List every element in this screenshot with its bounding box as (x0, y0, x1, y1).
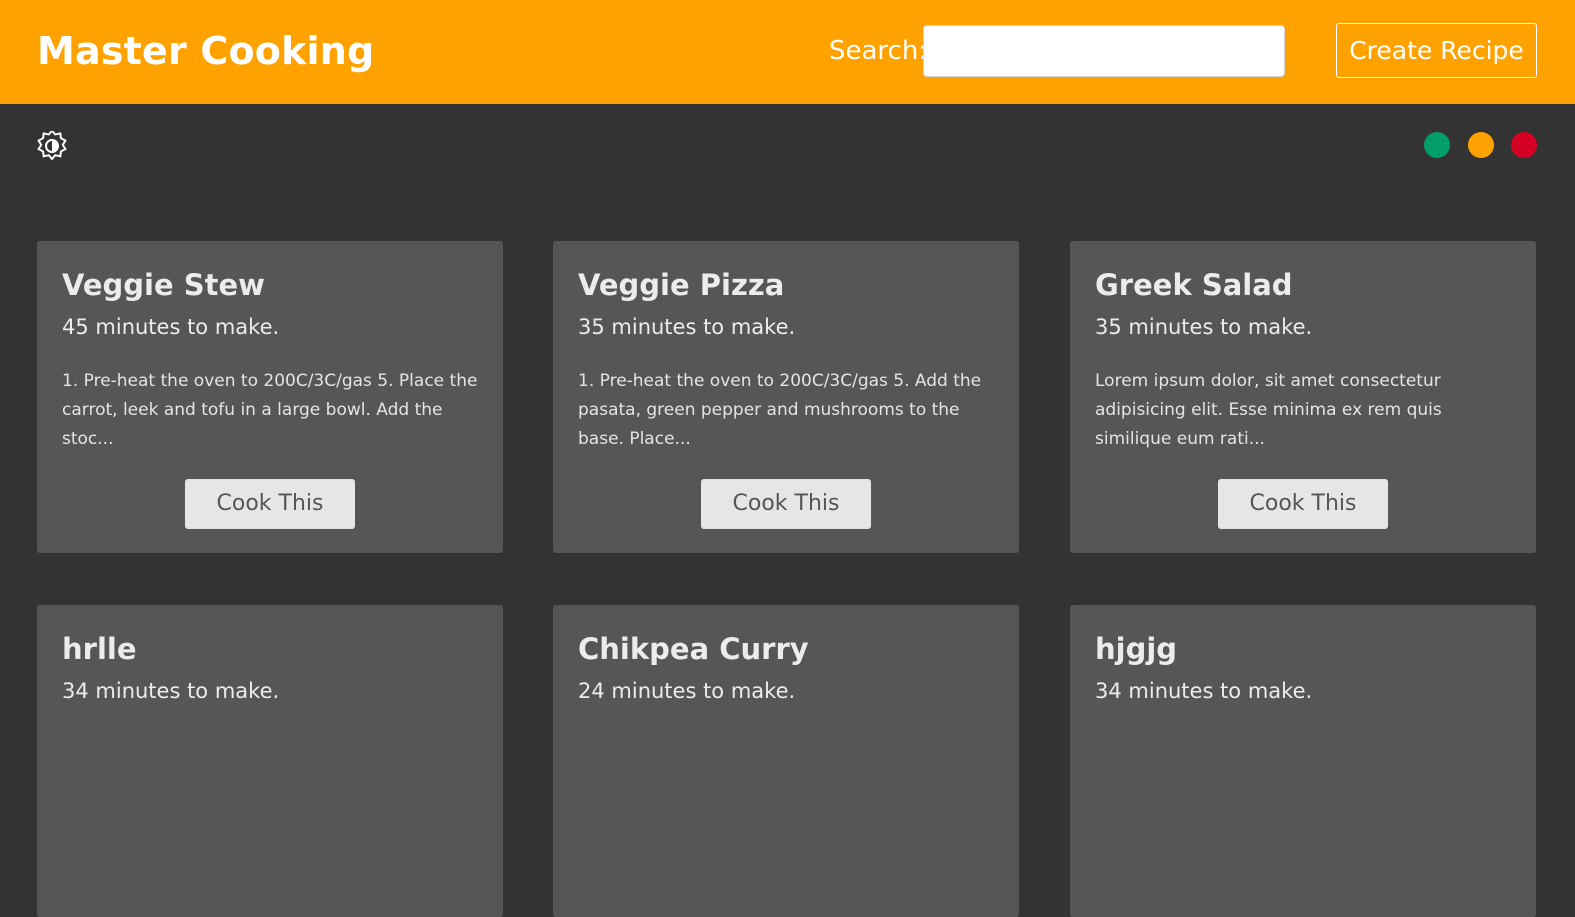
recipe-time: 35 minutes to make. (578, 315, 796, 339)
recipe-card: Veggie Pizza 35 minutes to make. 1. Pre-… (553, 241, 1019, 553)
recipe-title: Veggie Pizza (578, 268, 785, 302)
recipe-card: Greek Salad 35 minutes to make. Lorem ip… (1070, 241, 1536, 553)
recipe-description: Lorem ipsum dolor, sit amet consectetur … (1095, 371, 1442, 449)
recipe-title: Greek Salad (1095, 268, 1293, 302)
theme-color-red[interactable] (1511, 132, 1537, 158)
recipe-card: hrlle 34 minutes to make. (37, 605, 503, 917)
cook-this-button[interactable]: Cook This (701, 479, 871, 529)
recipe-title: hrlle (62, 632, 137, 666)
search-label: Search: (829, 36, 928, 66)
recipe-description: 1. Pre-heat the oven to 200C/3C/gas 5. A… (578, 371, 982, 449)
recipe-description: 1. Pre-heat the oven to 200C/3C/gas 5. P… (62, 371, 478, 449)
cook-this-button[interactable]: Cook This (185, 479, 355, 529)
create-recipe-button[interactable]: Create Recipe (1336, 23, 1537, 78)
recipe-card: hjgjg 34 minutes to make. (1070, 605, 1536, 917)
cook-this-button[interactable]: Cook This (1218, 479, 1388, 529)
recipe-time: 24 minutes to make. (578, 679, 796, 703)
recipe-title: hjgjg (1095, 632, 1178, 666)
brightness-contrast-icon[interactable] (37, 129, 67, 161)
recipe-title: Veggie Stew (62, 268, 265, 302)
theme-color-green[interactable] (1424, 132, 1450, 158)
app-header: Master Cooking Search: Create Recipe (0, 0, 1575, 104)
recipe-time: 35 minutes to make. (1095, 315, 1313, 339)
recipe-title: Chikpea Curry (578, 632, 809, 666)
theme-color-orange[interactable] (1468, 132, 1494, 158)
recipe-card: Veggie Stew 45 minutes to make. 1. Pre-h… (37, 241, 503, 553)
search-input[interactable] (923, 25, 1285, 77)
recipe-time: 34 minutes to make. (1095, 679, 1313, 703)
recipe-time: 45 minutes to make. (62, 315, 280, 339)
recipe-time: 34 minutes to make. (62, 679, 280, 703)
recipe-card: Chikpea Curry 24 minutes to make. (553, 605, 1019, 917)
brand-title[interactable]: Master Cooking (37, 28, 374, 74)
